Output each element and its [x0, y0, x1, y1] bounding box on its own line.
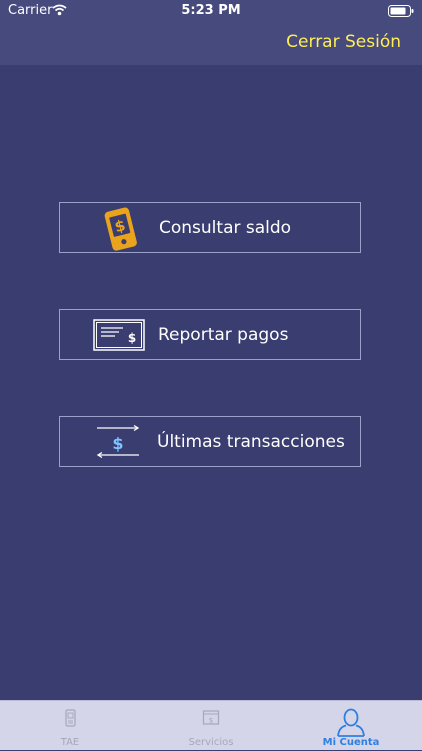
reportar-pagos-label: Reportar pagos [158, 325, 289, 345]
svg-text:$: $ [112, 434, 123, 453]
phone-dollar-icon: $ [102, 203, 140, 254]
tab-tae-label: TAE [60, 737, 80, 748]
consultar-saldo-button[interactable]: $ Consultar saldo [59, 202, 361, 253]
phone-icon [63, 707, 77, 733]
tab-tae[interactable]: TAE [0, 701, 140, 751]
battery-icon [388, 5, 414, 21]
tab-servicios[interactable]: $ Servicios [141, 701, 281, 751]
tab-servicios-label: Servicios [188, 737, 234, 748]
user-icon [336, 707, 366, 741]
transfer-dollar-icon: $ [94, 417, 142, 468]
tab-bar: TAE $ Servicios Mi Cuenta [0, 700, 422, 750]
receipt-dollar-icon: $ [93, 310, 145, 361]
tab-mi-cuenta-label: Mi Cuenta [322, 737, 380, 748]
logout-button[interactable]: Cerrar Sesión [286, 32, 401, 52]
nav-bar: Cerrar Sesión [0, 22, 422, 65]
clock: 5:23 PM [181, 3, 241, 18]
consultar-saldo-label: Consultar saldo [159, 218, 292, 238]
svg-text:$: $ [209, 717, 213, 725]
bill-icon: $ [201, 707, 221, 733]
ultimas-transacciones-button[interactable]: $ Últimas transacciones [59, 416, 361, 467]
svg-text:$: $ [128, 331, 136, 345]
reportar-pagos-button[interactable]: $ Reportar pagos [59, 309, 361, 360]
tab-mi-cuenta[interactable]: Mi Cuenta [281, 701, 421, 751]
status-bar: Carrier 5:23 PM [0, 0, 422, 22]
ultimas-transacciones-label: Últimas transacciones [157, 432, 345, 452]
